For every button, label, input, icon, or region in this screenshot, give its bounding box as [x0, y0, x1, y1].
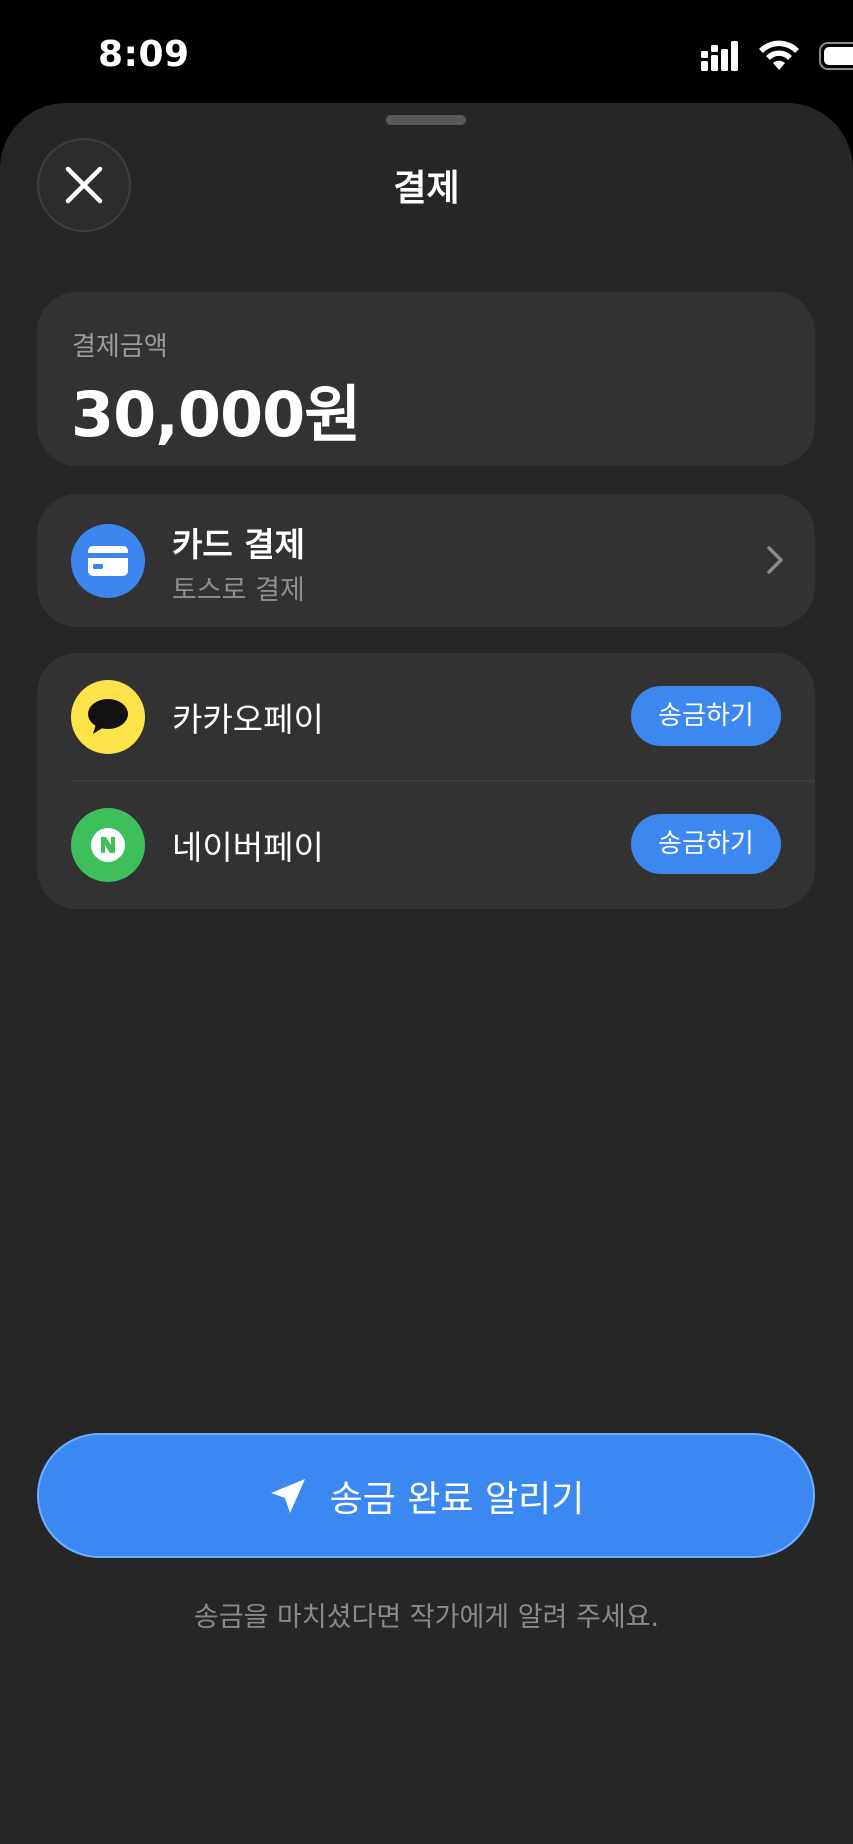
- naverpay-label: 네이버페이: [172, 828, 324, 867]
- notify-transfer-button[interactable]: 송금 완료 알리기: [37, 1433, 815, 1558]
- sheet-grabber[interactable]: [386, 115, 466, 125]
- kakao-icon-circle: [71, 680, 145, 754]
- list-item-kakaopay: 카카오페이 송금하기: [37, 653, 815, 782]
- naver-icon: [91, 828, 125, 862]
- footer-note: 송금을 마치셨다면 작가에게 알려 주세요.: [193, 1602, 660, 1633]
- battery-icon: [819, 42, 853, 70]
- kakaopay-label: 카카오페이: [172, 700, 324, 739]
- kakao-icon: [88, 699, 128, 734]
- status-time: 8:09: [98, 34, 190, 75]
- card-payment-title: 카드 결제: [172, 525, 305, 564]
- kakaopay-send-button[interactable]: 송금하기: [631, 686, 781, 746]
- naver-icon-circle: [71, 808, 145, 882]
- card-payment-subtitle: 토스로 결제: [172, 575, 305, 606]
- credit-card-icon: [88, 546, 128, 576]
- signal-icon: [701, 41, 738, 71]
- card-payment-option[interactable]: 카드 결제 토스로 결제: [37, 494, 815, 627]
- paper-plane-icon: [270, 1478, 305, 1513]
- status-bar: 8:09: [0, 0, 853, 105]
- amount-card: 결제금액 30,000원: [37, 292, 815, 466]
- card-icon-circle: [71, 524, 145, 598]
- amount-value: 30,000원: [71, 378, 361, 451]
- sheet-title: 결제: [393, 168, 460, 209]
- amount-label: 결제금액: [72, 332, 168, 362]
- list-item-naverpay: 네이버페이 송금하기: [37, 781, 815, 909]
- notify-button-label: 송금 완료 알리기: [329, 1478, 585, 1520]
- payment-sheet: 결제 결제금액 30,000원 카드 결제 토스로 결제 카카오페이 송금하기 …: [0, 103, 853, 1844]
- transfer-options-list: 카카오페이 송금하기 네이버페이 송금하기: [37, 653, 815, 909]
- naverpay-send-button[interactable]: 송금하기: [631, 814, 781, 874]
- chevron-right-icon: [767, 546, 783, 574]
- wifi-icon: [759, 40, 799, 70]
